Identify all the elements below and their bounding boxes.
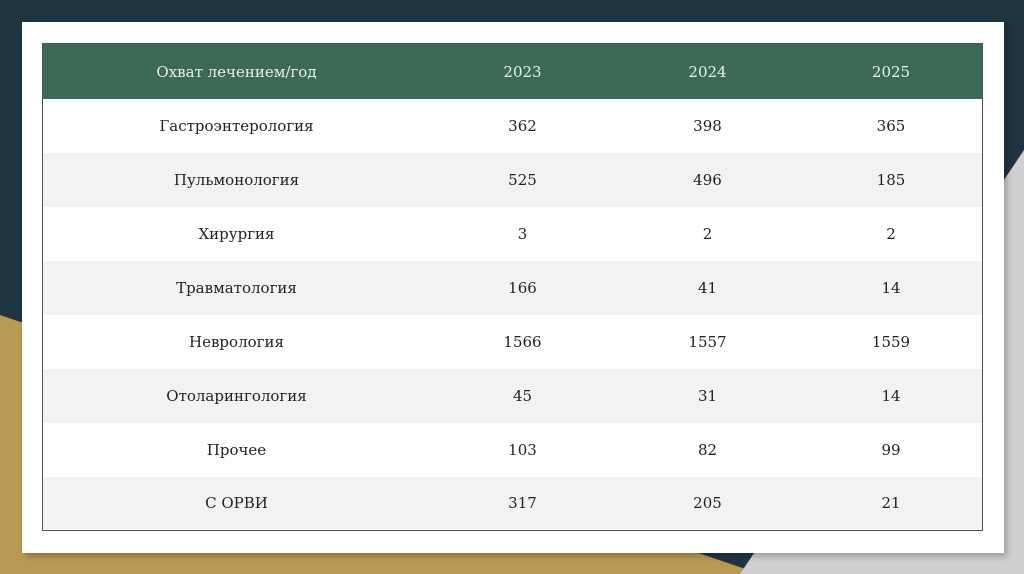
cell-2023: 1566	[430, 315, 615, 369]
table-row: Отоларингология 45 31 14	[43, 369, 982, 423]
cell-2025: 14	[800, 261, 982, 315]
header-row: Охват лечением/год 2023 2024 2025	[43, 44, 982, 99]
cell-2024: 398	[615, 99, 800, 153]
table-row: Хирургия 3 2 2	[43, 207, 982, 261]
cell-2025: 2	[800, 207, 982, 261]
cell-2024: 31	[615, 369, 800, 423]
cell-2025: 1559	[800, 315, 982, 369]
header-cell-2023: 2023	[430, 44, 615, 99]
slide: Охват лечением/год 2023 2024 2025 Гастро…	[22, 22, 1004, 553]
table-row: Гастроэнтерология 362 398 365	[43, 99, 982, 153]
cell-2023: 3	[430, 207, 615, 261]
row-label: Пульмонология	[43, 153, 430, 207]
cell-2024: 82	[615, 423, 800, 477]
table-row: Пульмонология 525 496 185	[43, 153, 982, 207]
cell-2023: 103	[430, 423, 615, 477]
cell-2024: 1557	[615, 315, 800, 369]
cell-2023: 317	[430, 477, 615, 529]
table-row: С ОРВИ 317 205 21	[43, 477, 982, 529]
table-row: Неврология 1566 1557 1559	[43, 315, 982, 369]
cell-2025: 365	[800, 99, 982, 153]
cell-2025: 21	[800, 477, 982, 529]
header-cell-category: Охват лечением/год	[43, 44, 430, 99]
header-cell-2025: 2025	[800, 44, 982, 99]
cell-2023: 525	[430, 153, 615, 207]
row-label: Прочее	[43, 423, 430, 477]
table-body: Гастроэнтерология 362 398 365 Пульмоноло…	[43, 99, 982, 529]
cell-2024: 41	[615, 261, 800, 315]
row-label: Гастроэнтерология	[43, 99, 430, 153]
treatment-coverage-table: Охват лечением/год 2023 2024 2025 Гастро…	[43, 44, 982, 529]
table-row: Прочее 103 82 99	[43, 423, 982, 477]
cell-2023: 45	[430, 369, 615, 423]
cell-2023: 166	[430, 261, 615, 315]
table-header: Охват лечением/год 2023 2024 2025	[43, 44, 982, 99]
cell-2024: 205	[615, 477, 800, 529]
cell-2024: 2	[615, 207, 800, 261]
row-label: Неврология	[43, 315, 430, 369]
cell-2025: 185	[800, 153, 982, 207]
cell-2025: 99	[800, 423, 982, 477]
data-table-container: Охват лечением/год 2023 2024 2025 Гастро…	[42, 43, 983, 531]
header-cell-2024: 2024	[615, 44, 800, 99]
row-label: Травматология	[43, 261, 430, 315]
table-row: Травматология 166 41 14	[43, 261, 982, 315]
cell-2023: 362	[430, 99, 615, 153]
row-label: Отоларингология	[43, 369, 430, 423]
row-label: Хирургия	[43, 207, 430, 261]
cell-2025: 14	[800, 369, 982, 423]
cell-2024: 496	[615, 153, 800, 207]
row-label: С ОРВИ	[43, 477, 430, 529]
